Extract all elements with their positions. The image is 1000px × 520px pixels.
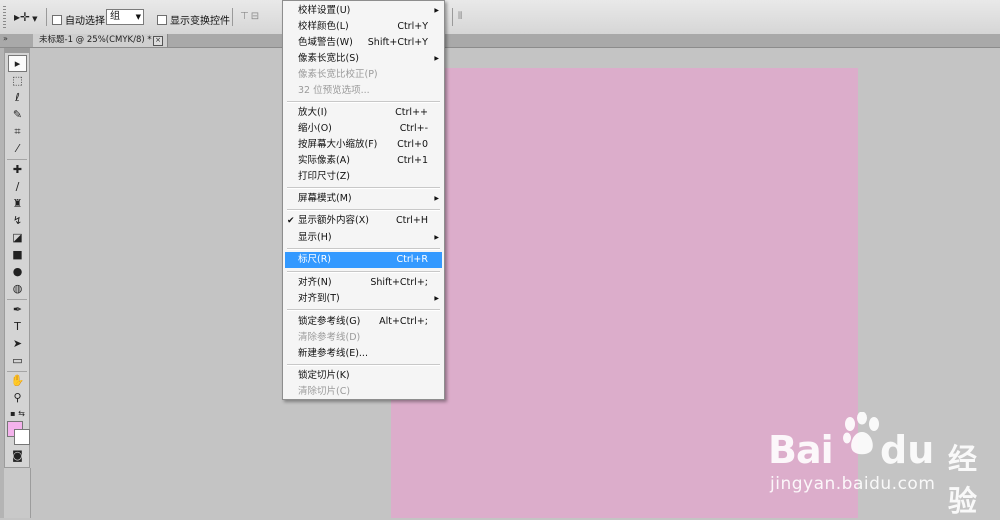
blur-tool-icon[interactable]: ● (8, 263, 27, 280)
chevron-down-icon: ▼ (135, 13, 141, 21)
document-tab-title: 未标题-1 @ 25%(CMYK/8) * (39, 35, 152, 45)
menu-separator (287, 364, 440, 366)
path-selection-tool-icon[interactable]: ➤ (8, 335, 27, 352)
options-bar-grip[interactable] (3, 6, 6, 28)
auto-align-icon[interactable]: ⫴ (458, 11, 462, 22)
type-tool-icon[interactable]: T (8, 318, 27, 335)
quick-select-tool-icon[interactable]: ✎ (8, 106, 27, 123)
watermark-url: jingyan.baidu.com (770, 474, 936, 494)
watermark-brand-right: du (880, 428, 935, 472)
menu-item-new-guide[interactable]: 新建参考线(E)... (285, 346, 442, 362)
menu-separator (287, 309, 440, 311)
menu-item-proof-colors[interactable]: 校样颜色(L) Ctrl+Y (285, 19, 442, 35)
move-tool-icon: ▸✛ (14, 10, 31, 24)
eyedropper-tool-icon[interactable]: ⁄ (8, 140, 27, 157)
menu-item-screen-mode[interactable]: 屏幕模式(M) ▶ (285, 191, 442, 207)
healing-brush-tool-icon[interactable]: ✚ (8, 161, 27, 178)
crop-tool-icon[interactable]: ⌗ (8, 123, 27, 140)
toolbox-footer (4, 468, 31, 518)
menu-item-actual-pixels[interactable]: 实际像素(A) Ctrl+1 (285, 153, 442, 169)
zoom-tool-icon[interactable]: ⚲ (8, 389, 27, 406)
menu-item-fit-on-screen[interactable]: 按屏幕大小缩放(F) Ctrl+0 (285, 137, 442, 153)
menu-item-lock-guides[interactable]: 锁定参考线(G) Alt+Ctrl+; (285, 314, 442, 330)
menu-item-pixel-aspect-correction: 像素长宽比校正(P) (298, 69, 378, 80)
watermark-brand-left: Bai (768, 428, 834, 472)
marquee-tool-icon[interactable]: ⬚ (8, 72, 27, 89)
submenu-arrow-icon: ▶ (434, 234, 439, 241)
auto-select-checkbox[interactable]: 自动选择: (52, 12, 108, 27)
brush-tool-icon[interactable]: ∕ (8, 178, 27, 195)
menu-item-zoom-in[interactable]: 放大(I) Ctrl++ (285, 105, 442, 121)
chevron-down-icon: ▼ (32, 15, 38, 23)
menu-separator (287, 209, 440, 211)
hand-tool-icon[interactable]: ✋ (8, 372, 27, 389)
background-color-swatch[interactable] (14, 429, 30, 445)
watermark-brand-cn: 经验 (948, 442, 978, 518)
tool-preset-picker[interactable]: ▸✛ ▼ (14, 10, 37, 24)
menu-separator (287, 248, 440, 250)
baidu-paw-logo-icon (843, 412, 879, 455)
toolbox: ▸ ⬚ ℓ ✎ ⌗ ⁄ ✚ ∕ ♜ ↯ ◪ ■ ● ◍ ✒ T ➤ ▭ ✋ ⚲ … (4, 48, 30, 468)
collapse-panels-icon[interactable]: » (3, 34, 8, 43)
separator (46, 8, 47, 26)
submenu-arrow-icon: ▶ (434, 295, 439, 302)
menu-item-lock-slices[interactable]: 锁定切片(K) (285, 368, 442, 384)
show-transform-label: 显示变换控件 (170, 16, 230, 27)
clone-stamp-tool-icon[interactable]: ♜ (8, 195, 27, 212)
checkbox-box[interactable] (157, 14, 167, 25)
shape-tool-icon[interactable]: ▭ (8, 352, 27, 369)
toolbox-divider (7, 299, 27, 300)
menu-item-clear-slices: 清除切片(C) (298, 386, 351, 397)
pen-tool-icon[interactable]: ✒ (8, 301, 27, 318)
toolbox-divider (7, 159, 27, 160)
checkbox-box[interactable] (52, 14, 62, 25)
menu-item-proof-setup[interactable]: 校样设置(U) ▶ (285, 3, 442, 19)
close-icon[interactable]: × (153, 36, 163, 46)
menu-item-print-size[interactable]: 打印尺寸(Z) (285, 169, 442, 185)
menu-separator (287, 271, 440, 273)
menu-item-rulers[interactable]: 标尺(R) Ctrl+R (285, 252, 442, 268)
document-tab[interactable]: 未标题-1 @ 25%(CMYK/8) * × (33, 34, 168, 47)
menu-item-snap[interactable]: 对齐(N) Shift+Ctrl+; (285, 275, 442, 291)
menu-item-pixel-aspect-ratio[interactable]: 像素长宽比(S) ▶ (285, 51, 442, 67)
menu-item-show[interactable]: 显示(H) ▶ (285, 230, 442, 246)
show-transform-checkbox[interactable]: 显示变换控件 (157, 12, 230, 27)
submenu-arrow-icon: ▶ (434, 55, 439, 62)
move-tool-icon[interactable]: ▸ (8, 55, 27, 72)
dodge-tool-icon[interactable]: ◍ (8, 280, 27, 297)
menu-separator (287, 101, 440, 103)
lasso-tool-icon[interactable]: ℓ (8, 89, 27, 106)
menu-item-32bit-preview: 32 位预览选项... (298, 85, 370, 96)
submenu-arrow-icon: ▶ (434, 7, 439, 14)
swap-colors-icon[interactable]: ▪ ⇆ (8, 405, 27, 422)
auto-select-dropdown[interactable]: 组 ▼ (106, 9, 144, 25)
toolbox-header[interactable] (5, 49, 29, 53)
gradient-tool-icon[interactable]: ■ (8, 246, 27, 263)
menu-separator (287, 187, 440, 189)
view-menu: 校样设置(U) ▶ 校样颜色(L) Ctrl+Y 色域警告(W) Shift+C… (282, 0, 445, 400)
auto-select-value: 组 (110, 11, 120, 22)
history-brush-tool-icon[interactable]: ↯ (8, 212, 27, 229)
submenu-arrow-icon: ▶ (434, 195, 439, 202)
baidu-jingyan-watermark: Bai du 经验 jingyan.baidu.com (768, 412, 988, 518)
separator (232, 8, 233, 26)
menu-item-snap-to[interactable]: 对齐到(T) ▶ (285, 291, 442, 307)
menu-item-clear-guides: 清除参考线(D) (298, 332, 361, 343)
eraser-tool-icon[interactable]: ◪ (8, 229, 27, 246)
menu-item-zoom-out[interactable]: 缩小(O) Ctrl+- (285, 121, 442, 137)
align-middle-icon[interactable]: ⊟ (251, 11, 261, 22)
menu-item-extras[interactable]: ✔ 显示额外内容(X) Ctrl+H (285, 213, 442, 229)
menu-item-gamut-warning[interactable]: 色域警告(W) Shift+Ctrl+Y (285, 35, 442, 51)
auto-select-label: 自动选择: (65, 16, 109, 27)
quick-mask-icon[interactable]: ◙ (8, 447, 27, 464)
align-buttons-group[interactable]: ⊤⊟ (240, 11, 261, 22)
checkmark-icon: ✔ (287, 216, 295, 226)
align-top-icon[interactable]: ⊤ (240, 11, 251, 22)
options-bar: ▸✛ ▼ 自动选择: 组 ▼ 显示变换控件 ⊤⊟ ⫴ (0, 0, 1000, 35)
document-tab-strip: » 未标题-1 @ 25%(CMYK/8) * × (0, 34, 1000, 48)
separator (452, 8, 453, 26)
